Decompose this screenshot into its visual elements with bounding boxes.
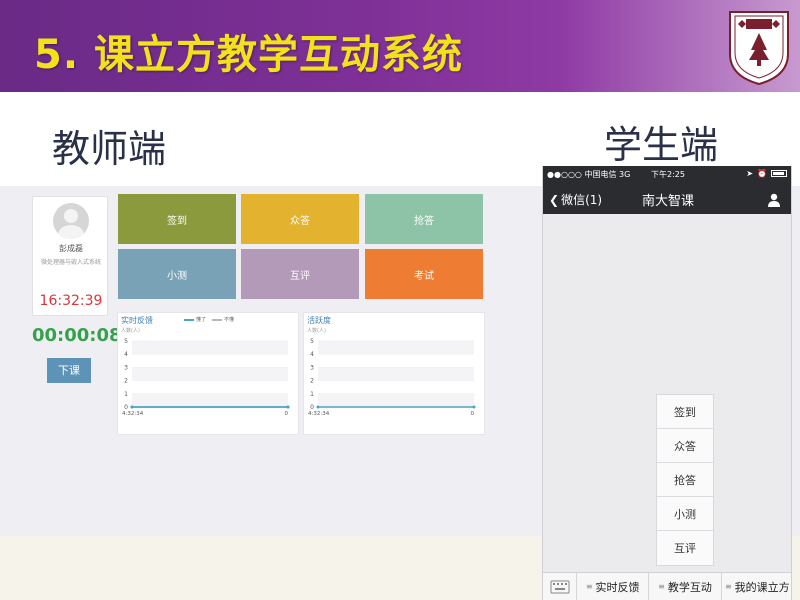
keyboard-toggle[interactable]	[543, 573, 577, 600]
nav-bar: ❮ 微信(1) 南大智课	[543, 184, 791, 214]
y-tick-label: 5	[310, 338, 314, 345]
alarm-icon: ⏰	[757, 169, 767, 178]
grid-band	[132, 341, 288, 355]
teacher-profile-card: 彭成磊 微处理器与嵌入式系统 16:32:39	[32, 196, 108, 316]
y-tick-label: 1	[310, 391, 314, 398]
tile-quiz[interactable]: 小测	[118, 249, 236, 299]
data-point	[472, 405, 476, 409]
course-name: 微处理器与嵌入式系统	[40, 259, 101, 266]
current-clock: 16:32:39	[39, 293, 103, 309]
status-time: 下午2:25	[651, 170, 685, 179]
title-banner: 5. 课立方教学互动系统	[0, 0, 800, 92]
tab-realtime-feedback[interactable]: ≡ 实时反馈	[577, 573, 650, 600]
tile-peer-review[interactable]: 互评	[241, 249, 359, 299]
interaction-menu: 签到 众答 抢答 小测 互评	[656, 394, 714, 566]
carrier-signal: ●●○○○ 中国电信 3G	[547, 170, 631, 179]
menu-icon: ≡	[585, 582, 593, 591]
data-point	[286, 405, 290, 409]
grid-band	[132, 393, 288, 407]
student-side-label: 学生端	[604, 123, 719, 167]
class-timer: 00:00:08	[32, 325, 122, 346]
activity-unit: 人数(人)	[307, 328, 326, 334]
activity-title: 活跃度	[307, 316, 331, 325]
end-class-button[interactable]: 下课	[47, 358, 91, 383]
teacher-side-label: 教师端	[52, 127, 167, 171]
tab-teaching-interaction[interactable]: ≡ 教学互动	[649, 573, 722, 600]
x-tick-label: 0	[471, 411, 475, 417]
x-tick-label: 4:32:34	[308, 411, 330, 417]
menu-item-sign-in[interactable]: 签到	[657, 395, 713, 429]
y-tick-label: 4	[124, 351, 128, 358]
y-tick-label: 4	[310, 351, 314, 358]
y-tick-label: 2	[124, 378, 128, 385]
menu-item-peer-review[interactable]: 互评	[657, 531, 713, 565]
tab-my-course[interactable]: ≡ 我的课立方	[722, 573, 791, 600]
menu-icon: ≡	[658, 582, 665, 591]
user-icon[interactable]	[767, 193, 781, 207]
keyboard-icon	[550, 580, 570, 594]
data-point	[316, 405, 320, 409]
legend-item-not-understood: 不懂	[212, 316, 234, 323]
feedback-chart: 5432104:32:34 0	[122, 338, 290, 417]
menu-icon: ≡	[724, 582, 732, 591]
tile-sign-in[interactable]: 签到	[118, 194, 236, 244]
status-bar: ●●○○○ 中国电信 3G 下午2:25 ➤ ⏰	[543, 166, 791, 184]
menu-item-group-answer[interactable]: 众答	[657, 429, 713, 463]
university-logo-icon	[729, 11, 789, 86]
nav-title: 南大智课	[641, 194, 694, 209]
slide-title: 5. 课立方教学互动系统	[34, 32, 463, 78]
menu-item-quiz[interactable]: 小测	[657, 497, 713, 531]
y-tick-label: 5	[124, 338, 128, 345]
y-tick-label: 0	[310, 404, 314, 411]
grid-band	[318, 341, 474, 355]
grid-band	[132, 367, 288, 381]
grid-band	[318, 367, 474, 381]
student-phone-screen: ●●○○○ 中国电信 3G 下午2:25 ➤ ⏰ ❮ 微信(1) 南大智课 签到…	[542, 166, 792, 600]
grid-band	[318, 393, 474, 407]
status-icons: ➤ ⏰	[746, 169, 787, 178]
x-tick-label: 4:32:34	[122, 411, 144, 417]
realtime-feedback-panel: 5 4 3 2 1 0 4:32:34 0 实时反馈 人数(人) 懂了 不懂	[117, 312, 299, 435]
tile-group-answer[interactable]: 众答	[241, 194, 359, 244]
y-tick-label: 0	[124, 404, 128, 411]
x-tick-label: 0	[285, 411, 289, 417]
feedback-title: 实时反馈	[121, 316, 153, 325]
y-tick-label: 2	[310, 378, 314, 385]
activity-chart: 5432104:32:34 0	[308, 338, 476, 417]
y-tick-label: 3	[124, 364, 128, 371]
data-point	[130, 405, 134, 409]
location-icon: ➤	[746, 169, 754, 178]
tile-quick-answer[interactable]: 抢答	[365, 194, 483, 244]
y-tick-label: 1	[124, 391, 128, 398]
tile-exam[interactable]: 考试	[365, 249, 483, 299]
avatar	[53, 203, 89, 239]
battery-icon	[771, 170, 787, 177]
teacher-name: 彭成磊	[59, 244, 83, 253]
bottom-tab-bar: ≡ 实时反馈 ≡ 教学互动 ≡ 我的课立方	[543, 572, 791, 600]
y-tick-label: 3	[310, 364, 314, 371]
legend-item-understood: 懂了	[184, 316, 206, 323]
activity-panel: 5 4 3 2 1 0 4:32:34 0 活跃度 人数(人)	[303, 312, 485, 435]
menu-item-quick-answer[interactable]: 抢答	[657, 463, 713, 497]
feedback-unit: 人数(人)	[121, 328, 140, 334]
